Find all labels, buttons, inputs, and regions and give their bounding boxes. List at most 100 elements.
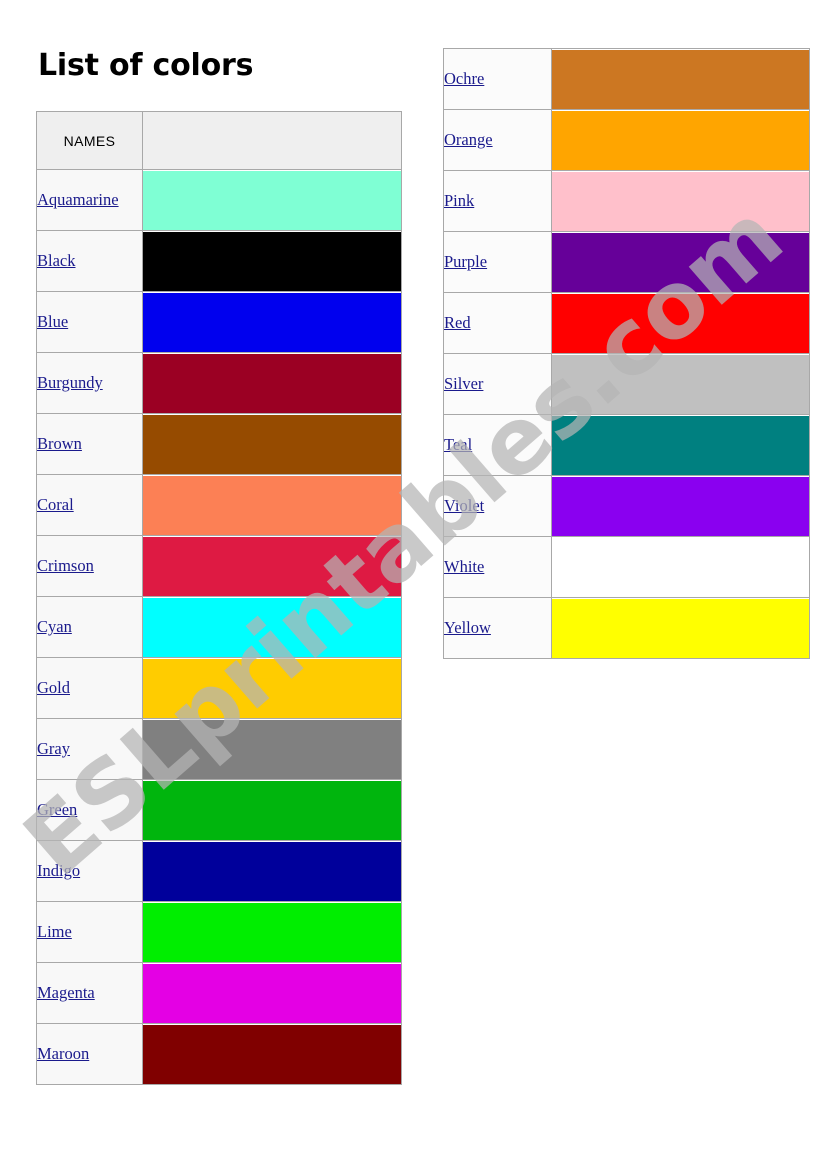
- color-name-cell: Burgundy: [36, 352, 143, 414]
- color-row: Cyan: [36, 596, 402, 658]
- color-swatch: [143, 597, 401, 657]
- color-swatch: [552, 476, 809, 536]
- color-name-link[interactable]: White: [444, 557, 484, 576]
- color-row: Violet: [443, 475, 810, 537]
- color-name-cell: Black: [36, 230, 143, 292]
- color-name-cell: Ochre: [443, 48, 552, 110]
- color-swatch-cell: [142, 535, 402, 597]
- color-row: Blue: [36, 291, 402, 353]
- color-name-link[interactable]: Cyan: [37, 617, 72, 636]
- color-name-cell: Silver: [443, 353, 552, 415]
- color-name-cell: Pink: [443, 170, 552, 232]
- color-name-link[interactable]: Silver: [444, 374, 483, 393]
- color-name-link[interactable]: Ochre: [444, 69, 484, 88]
- color-swatch-cell: [142, 901, 402, 963]
- color-table-right: Ochre Orange Pink Purple Red Silver Teal Violet…: [443, 48, 810, 659]
- color-table-left: NAMES Aquamarine Black Blue Burgundy Brown Co…: [36, 111, 402, 1085]
- color-row: Silver: [443, 353, 810, 415]
- color-swatch: [143, 658, 401, 718]
- color-name-link[interactable]: Indigo: [37, 861, 80, 880]
- color-name-link[interactable]: Lime: [37, 922, 72, 941]
- color-swatch-cell: [142, 1023, 402, 1085]
- color-name-link[interactable]: Green: [37, 800, 77, 819]
- color-swatch: [143, 231, 401, 291]
- color-name-link[interactable]: Black: [37, 251, 76, 270]
- color-swatch: [552, 537, 809, 597]
- color-row: Coral: [36, 474, 402, 536]
- color-swatch: [143, 841, 401, 901]
- table-header-row: NAMES: [36, 111, 402, 170]
- color-row: Red: [443, 292, 810, 354]
- color-name-link[interactable]: Magenta: [37, 983, 95, 1002]
- color-swatch: [143, 902, 401, 962]
- color-swatch-cell: [142, 718, 402, 780]
- color-swatch-cell: [551, 170, 810, 232]
- color-name-link[interactable]: Gold: [37, 678, 70, 697]
- color-swatch: [552, 415, 809, 475]
- color-swatch-cell: [551, 292, 810, 354]
- color-name-cell: Orange: [443, 109, 552, 171]
- color-swatch-cell: [142, 962, 402, 1024]
- color-name-cell: Maroon: [36, 1023, 143, 1085]
- color-row: Ochre: [443, 48, 810, 110]
- color-name-link[interactable]: Violet: [444, 496, 484, 515]
- color-row: White: [443, 536, 810, 598]
- color-name-link[interactable]: Brown: [37, 434, 82, 453]
- color-name-cell: Gray: [36, 718, 143, 780]
- color-name-link[interactable]: Blue: [37, 312, 68, 331]
- color-row: Burgundy: [36, 352, 402, 414]
- color-row: Gray: [36, 718, 402, 780]
- color-swatch-cell: [551, 48, 810, 110]
- color-name-link[interactable]: Gray: [37, 739, 70, 758]
- color-name-cell: Purple: [443, 231, 552, 293]
- color-swatch: [143, 963, 401, 1023]
- color-swatch: [552, 293, 809, 353]
- color-swatch: [552, 171, 809, 231]
- color-swatch: [552, 232, 809, 292]
- color-row: Yellow: [443, 597, 810, 659]
- color-swatch: [143, 780, 401, 840]
- color-name-cell: Cyan: [36, 596, 143, 658]
- color-name-cell: Gold: [36, 657, 143, 719]
- color-name-link[interactable]: Orange: [444, 130, 493, 149]
- color-swatch: [143, 536, 401, 596]
- color-swatch-cell: [551, 597, 810, 659]
- color-name-link[interactable]: Red: [444, 313, 471, 332]
- color-name-cell: Blue: [36, 291, 143, 353]
- color-name-cell: White: [443, 536, 552, 598]
- color-name-link[interactable]: Coral: [37, 495, 74, 514]
- color-swatch-cell: [142, 657, 402, 719]
- color-swatch-cell: [551, 109, 810, 171]
- color-row: Magenta: [36, 962, 402, 1024]
- color-name-link[interactable]: Maroon: [37, 1044, 89, 1063]
- column-header-names: NAMES: [36, 111, 143, 170]
- color-table-left-body: NAMES Aquamarine Black Blue Burgundy Brown Co…: [36, 111, 402, 1085]
- color-name-link[interactable]: Burgundy: [37, 373, 103, 392]
- color-name-cell: Lime: [36, 901, 143, 963]
- color-swatch: [143, 475, 401, 535]
- color-swatch-cell: [142, 840, 402, 902]
- color-name-cell: Coral: [36, 474, 143, 536]
- color-row: Aquamarine: [36, 169, 402, 231]
- color-swatch-cell: [142, 413, 402, 475]
- color-name-link[interactable]: Teal: [444, 435, 472, 454]
- color-row: Maroon: [36, 1023, 402, 1085]
- color-name-link[interactable]: Pink: [444, 191, 474, 210]
- color-name-cell: Crimson: [36, 535, 143, 597]
- color-swatch-cell: [551, 231, 810, 293]
- color-swatch: [143, 170, 401, 230]
- color-swatch-cell: [142, 169, 402, 231]
- color-swatch: [143, 353, 401, 413]
- color-name-link[interactable]: Crimson: [37, 556, 94, 575]
- color-name-cell: Magenta: [36, 962, 143, 1024]
- color-name-link[interactable]: Yellow: [444, 618, 491, 637]
- color-table-right-body: Ochre Orange Pink Purple Red Silver Teal Violet…: [443, 48, 810, 659]
- color-swatch: [552, 49, 809, 109]
- color-swatch-cell: [142, 596, 402, 658]
- color-name-link[interactable]: Aquamarine: [37, 190, 119, 209]
- color-name-cell: Indigo: [36, 840, 143, 902]
- color-name-cell: Green: [36, 779, 143, 841]
- color-swatch: [143, 719, 401, 779]
- color-name-link[interactable]: Purple: [444, 252, 487, 271]
- color-swatch-cell: [142, 291, 402, 353]
